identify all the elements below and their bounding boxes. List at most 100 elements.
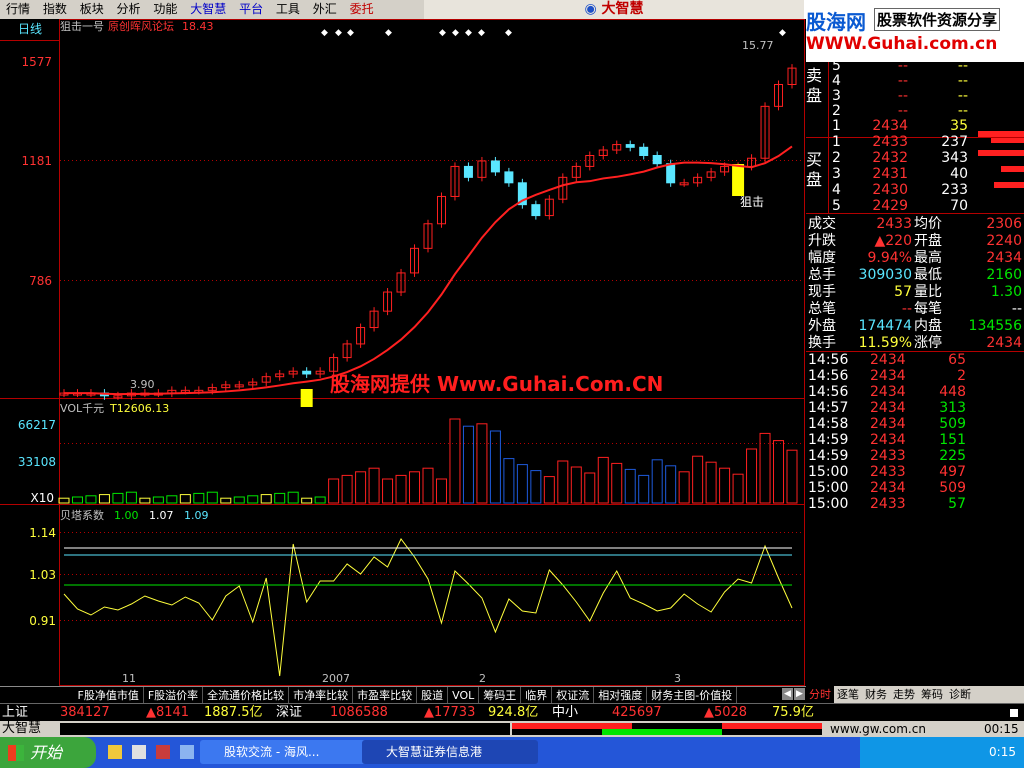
volume: -- [957,103,968,119]
tick-time: 14:59 [808,448,849,464]
kline-chart[interactable]: 狙击一号 原创晖风论坛 18.43 日线 ◆ ◆ ◆ ◆ ◆ ◆ ◆ ◆ ◆ ◆ 15.77 3.… [0,19,806,686]
sell-volume-bar [978,131,1024,137]
signal-diamond-icon: ◆ [347,28,354,38]
sh-volume: 384127 [60,705,110,720]
tab-f-net[interactable]: F股净值市值 [74,687,144,704]
signal-candle [300,389,313,407]
tick-time: 15:00 [808,464,849,480]
menu-item-gongju[interactable]: 工具 [270,0,300,19]
signal-diamond-icon: ◆ [779,28,786,38]
brand-title: 大智慧 [601,1,644,17]
tab-relative-strength[interactable]: 相对强度 [594,687,648,704]
menu-item-weituo[interactable]: 委托 [344,0,374,19]
zx-volume: 425697 [612,705,662,720]
menu-item-hangqing[interactable]: 行情 [0,0,30,19]
candle-body [490,160,500,173]
menu-item-zhishu[interactable]: 指数 [37,0,67,19]
signal-diamond-icon: ◆ [321,28,328,38]
tick-row: 14:59 2434 151 [806,432,1024,448]
tab-finance-main[interactable]: 财务主图-价值投 [647,687,738,704]
price: 2434 [872,118,908,134]
menu-item-dzh[interactable]: 大智慧 [184,0,226,19]
tick-row: 15:00 2433 57 [806,496,1024,512]
tick-time: 14:56 [808,368,849,384]
watermark: 股海网提供 Www.Guhai.Com.CN [330,372,663,396]
tick-time: 14:56 [808,384,849,400]
tab-chips[interactable]: 筹码 [918,686,946,703]
stat-row: 现手 57 量比 1.30 [806,284,1024,300]
tab-vol[interactable]: VOL [448,687,480,704]
menu-item-pingtai[interactable]: 平台 [233,0,263,19]
volume: 70 [950,198,968,214]
sell-row: 4 -- -- [806,73,1024,89]
buy-volume-bar [991,138,1024,143]
sz-amount: 924.8亿 [488,705,539,720]
indicator-source: 原创晖风论坛 [108,19,174,33]
tick-row: 14:59 2433 225 [806,448,1024,464]
stat-value: 57 [894,284,912,300]
menu-item-bankuai[interactable]: 板块 [74,0,104,19]
quicklaunch-icon[interactable] [108,745,122,759]
scroll-left-icon[interactable]: ◀ [782,688,793,700]
tick-price: 2434 [870,384,906,400]
volume: -- [957,58,968,74]
tick-volume: 509 [939,480,966,496]
stat-label: 开盘 [914,233,942,249]
tick-volume: 151 [939,432,966,448]
tick-row: 14:56 2434 448 [806,384,1024,400]
menu-item-waihui[interactable]: 外汇 [307,0,337,19]
task-browser[interactable]: 股软交流 - 海风... [200,740,382,764]
panel-tabs: 分时 逐笔 财务 走势 筹码 诊断 [806,686,1024,703]
volume: 233 [941,182,968,198]
signal-diamond-icon: ◆ [385,28,392,38]
tick-volume: 65 [948,352,966,368]
quicklaunch-icon[interactable] [156,745,170,759]
tab-trend[interactable]: 走势 [890,686,918,703]
price: -- [897,58,908,74]
quicklaunch-icon[interactable] [132,745,146,759]
status-bar: 大智慧 www.gw.com.cn 00:15 [0,721,1024,737]
beta-val: 1.00 [114,509,139,522]
tab-warrant-flow[interactable]: 权证流 [552,687,595,704]
tab-gudao[interactable]: 股道 [417,687,449,704]
index-ticker: 上证 384127 ▲8141 1887.5亿 深证 1086588 ▲1773… [0,703,1024,721]
tab-full-circulation[interactable]: 全流通价格比较 [203,687,290,704]
sell-row: 3 -- -- [806,88,1024,104]
stat-label: 总手 [808,267,836,283]
tab-pb[interactable]: 市净率比较 [289,687,354,704]
stat-value: 2434 [986,250,1022,266]
vol-unit: X10 [31,491,55,505]
stat-label: 升跌 [808,233,836,249]
scroll-right-icon[interactable]: ▶ [794,688,805,700]
stat-value: 2433 [876,216,912,232]
vol-value: T12606.13 [109,402,169,415]
price: -- [897,88,908,104]
tab-tick-by-tick[interactable]: 逐笔 [834,686,862,703]
volume: 35 [950,118,968,134]
tab-critical[interactable]: 临界 [521,687,553,704]
tab-f-premium[interactable]: F股溢价率 [144,687,204,704]
menu-item-gongneng[interactable]: 功能 [147,0,177,19]
quicklaunch-icon[interactable] [180,745,194,759]
tab-finance[interactable]: 财务 [862,686,890,703]
tab-diagnosis[interactable]: 诊断 [946,686,974,703]
tick-volume: 448 [939,384,966,400]
candle-body [504,171,514,184]
candle-body [639,146,649,157]
tab-intraday[interactable]: 分时 [806,686,834,703]
tick-price: 2434 [870,368,906,384]
tab-chip-king[interactable]: 筹码王 [479,687,522,704]
sell-row: 5 -- -- [806,58,1024,74]
status-time: 00:15 [984,722,1019,736]
menu-item-fenxi[interactable]: 分析 [111,0,141,19]
signal-label: 狙击 [740,195,764,209]
tab-pe[interactable]: 市盈率比较 [353,687,418,704]
task-dzh[interactable]: 大智慧证券信息港 [362,740,538,764]
stat-row: 幅度 9.94% 最高 2434 [806,250,1024,266]
stat-row: 总笔 -- 每笔 -- [806,301,1024,317]
logo-name: 股海网 [806,10,866,34]
stat-value: 134556 [968,318,1022,334]
beta-tick: 1.14 [29,526,56,540]
tick-row: 14:56 2434 65 [806,352,1024,368]
stat-row: 总手 309030 最低 2160 [806,267,1024,283]
